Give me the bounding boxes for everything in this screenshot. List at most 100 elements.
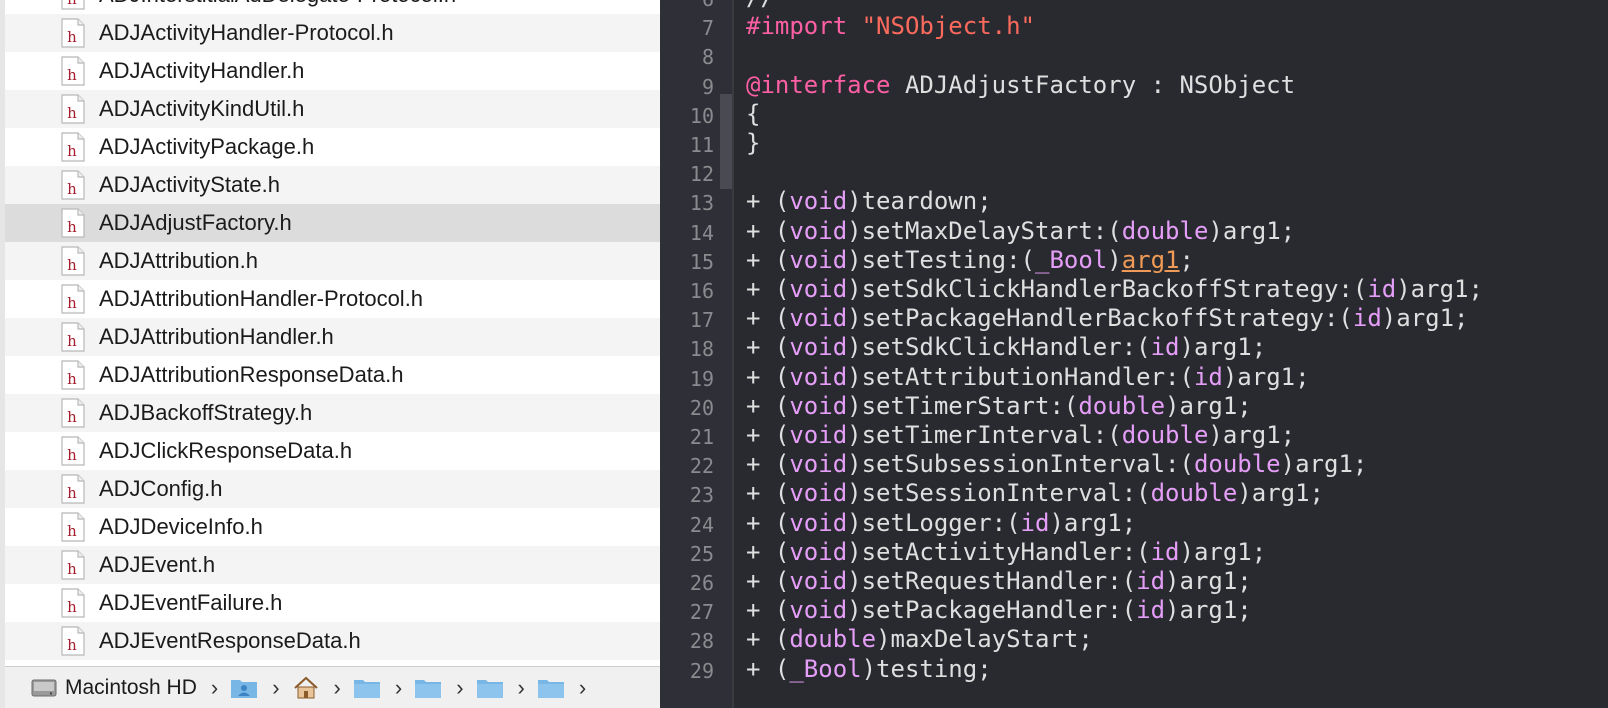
code-token: )setSdkClickHandlerBackoffStrategy:( (847, 275, 1368, 303)
code-line[interactable]: + (void)setSdkClickHandler:(id)arg1; (746, 333, 1266, 361)
code-line[interactable]: + (void)setRequestHandler:(id)arg1; (746, 567, 1252, 595)
code-editor[interactable]: 6 7 8 9 10 11 12 13 14 15 16 17 18 19 20 21 22 23 24 25 26 27… (660, 0, 1608, 708)
code-token: "NSObject.h" (861, 12, 1035, 41)
code-token: @interface (746, 70, 891, 99)
line-number: 16 (689, 279, 714, 303)
svg-text:h: h (67, 66, 77, 84)
file-name: ADJAttributionHandler-Protocol.h (99, 286, 424, 311)
file-row[interactable]: h ADJEventResponseData.h (5, 622, 660, 660)
code-line[interactable]: + (void)setAttributionHandler:(id)arg1; (746, 363, 1310, 391)
code-line[interactable]: + (void)teardown; (746, 187, 992, 215)
svg-text:h: h (67, 446, 77, 464)
code-token: void (789, 216, 848, 245)
code-token: void (789, 304, 848, 333)
file-row[interactable]: h ADJAttribution.h (5, 242, 660, 280)
code-line[interactable]: + (void)setTesting:(_Bool)arg1; (746, 246, 1194, 274)
code-token: + ( (746, 654, 790, 683)
line-number: 23 (689, 483, 714, 508)
code-token: )setAttributionHandler:( (847, 362, 1194, 391)
file-row[interactable]: h ADJDeviceInfo.h (5, 508, 660, 546)
svg-text:h: h (67, 0, 77, 8)
code-line[interactable]: } (746, 129, 760, 157)
file-name: ADJEventResponseData.h (99, 628, 361, 653)
code-token: )setSessionInterval:( (847, 479, 1151, 508)
code-line[interactable]: + (void)setSubsessionInterval:(double)ar… (746, 450, 1367, 478)
code-token: void (789, 450, 848, 479)
file-row[interactable]: h ADJEventFailure.h (5, 584, 660, 622)
code-token: void (789, 333, 848, 362)
hard-drive-icon (31, 679, 57, 697)
code-line[interactable]: @interface ADJAdjustFactory : NSObject (746, 71, 1295, 99)
line-number: 6 (660, 0, 714, 11)
code-line[interactable]: + (void)setPackageHandler:(id)arg1; (746, 596, 1252, 624)
code-token: ADJAdjustFactory : NSObject (890, 70, 1296, 99)
code-line[interactable]: + (_Bool)testing; (746, 655, 992, 683)
code-line[interactable]: + (double)maxDelayStart; (746, 625, 1093, 653)
file-row[interactable]: h ADJAttributionResponseData.h (5, 356, 660, 394)
code-line[interactable]: #import "NSObject.h" (746, 12, 1035, 40)
header-file-icon: h (61, 360, 85, 390)
code-token: )teardown; (847, 187, 992, 216)
svg-text:h: h (67, 598, 77, 616)
gutter-divider (732, 0, 734, 708)
home-icon[interactable] (292, 676, 320, 700)
header-file-icon: h (61, 474, 85, 504)
header-file-icon: h (61, 512, 85, 542)
folder-icon[interactable] (537, 676, 565, 700)
folder-icon[interactable] (414, 676, 442, 700)
code-line[interactable]: + (void)setMaxDelayStart:(double)arg1; (746, 217, 1295, 245)
svg-text:h: h (67, 104, 77, 122)
header-file-icon: h (61, 626, 85, 656)
code-token: } (746, 129, 761, 157)
file-row[interactable]: h ADJActivityHandler.h (5, 52, 660, 90)
code-token: + ( (746, 450, 790, 479)
code-line[interactable]: // (746, 0, 775, 11)
code-token: id (1352, 304, 1382, 333)
code-token: id (1136, 567, 1166, 595)
file-row[interactable]: h ADJActivityPackage.h (5, 128, 660, 166)
file-row[interactable]: h ADJActivityHandler-Protocol.h (5, 14, 660, 52)
code-token: )setTimerInterval:( (847, 421, 1122, 449)
line-number: 8 (701, 45, 714, 70)
header-file-icon: h (61, 208, 85, 238)
file-row[interactable]: h ADJAttributionHandler.h (5, 318, 660, 356)
code-token: + ( (746, 421, 790, 449)
code-line[interactable]: + (void)setTimerStart:(double)arg1; (746, 392, 1252, 420)
file-row[interactable]: h ADJClickResponseData.h (5, 432, 660, 470)
code-token: void (789, 362, 848, 391)
header-file-icon: h (61, 550, 85, 580)
code-token: id (1193, 362, 1223, 391)
path-separator: › (210, 675, 219, 700)
file-row[interactable]: h ADJAttributionHandler-Protocol.h (5, 280, 660, 318)
code-line[interactable]: + (void)setTimerInterval:(double)arg1; (746, 421, 1295, 449)
file-name: ADJActivityHandler-Protocol.h (99, 20, 394, 45)
code-token: )arg1; (1208, 421, 1296, 449)
code-line[interactable]: + (void)setSdkClickHandlerBackoffStrateg… (746, 275, 1483, 303)
line-number: 21 (689, 425, 714, 449)
code-token: id (1150, 333, 1180, 362)
code-token: + ( (746, 479, 790, 508)
file-row[interactable]: h ADJActivityState.h (5, 166, 660, 204)
file-name: ADJConfig.h (99, 476, 223, 501)
file-row[interactable]: h ADJAdjustFactory.h (5, 204, 660, 242)
code-line[interactable]: { (746, 100, 760, 128)
code-line[interactable]: + (void)setLogger:(id)arg1; (746, 509, 1136, 537)
file-row[interactable]: h ADJConfig.h (5, 470, 660, 508)
file-row[interactable]: h ADJBackoffStrategy.h (5, 394, 660, 432)
svg-text:h: h (67, 294, 77, 312)
path-crumb-root[interactable]: Macintosh HD (5, 676, 197, 700)
code-token: + ( (746, 508, 790, 537)
folder-icon[interactable] (353, 676, 381, 700)
code-token: )arg1; (1280, 450, 1368, 479)
code-token: double (1150, 479, 1238, 508)
code-line[interactable]: + (void)setActivityHandler:(id)arg1; (746, 538, 1266, 566)
code-token: // (746, 0, 775, 11)
file-row[interactable]: h ADJInterstitialAdDelegate-Protocol.h (5, 0, 660, 14)
file-list: h ADJInterstitialAdDelegate-Protocol.h h AD… (5, 0, 660, 660)
user-folder-icon[interactable] (230, 676, 258, 700)
file-row[interactable]: h ADJEvent.h (5, 546, 660, 584)
code-line[interactable]: + (void)setPackageHandlerBackoffStrategy… (746, 304, 1469, 332)
file-row[interactable]: h ADJActivityKindUtil.h (5, 90, 660, 128)
code-line[interactable]: + (void)setSessionInterval:(double)arg1; (746, 479, 1324, 507)
folder-icon[interactable] (476, 676, 504, 700)
